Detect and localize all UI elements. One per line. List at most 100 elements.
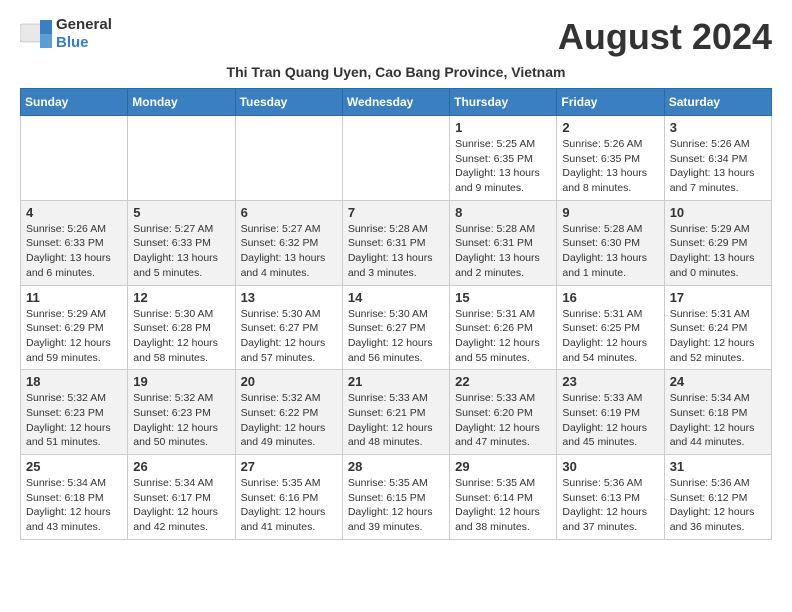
calendar-cell: 15 Sunrise: 5:31 AM Sunset: 6:26 PM Dayli… xyxy=(450,285,557,370)
calendar-cell: 14 Sunrise: 5:30 AM Sunset: 6:27 PM Dayli… xyxy=(342,285,449,370)
day-info: Sunrise: 5:26 AM Sunset: 6:33 PM Dayligh… xyxy=(26,222,122,281)
calendar-cell: 11Sunrise: 5:29 AM Sunset: 6:29 PM Dayli… xyxy=(21,285,128,370)
day-info: Sunrise: 5:35 AM Sunset: 6:16 PM Dayligh… xyxy=(241,476,337,535)
day-info: Sunrise: 5:30 AM Sunset: 6:28 PM Dayligh… xyxy=(133,307,229,366)
day-number: 4 xyxy=(26,205,122,220)
day-info: Sunrise: 5:28 AM Sunset: 6:31 PM Dayligh… xyxy=(348,222,444,281)
logo-general: General xyxy=(56,16,112,33)
calendar-cell: 3 Sunrise: 5:26 AM Sunset: 6:34 PM Daylig… xyxy=(664,116,771,201)
calendar-week-row: 4 Sunrise: 5:26 AM Sunset: 6:33 PM Daylig… xyxy=(21,200,772,285)
calendar-cell: 25Sunrise: 5:34 AM Sunset: 6:18 PM Dayli… xyxy=(21,455,128,540)
day-info: Sunrise: 5:35 AM Sunset: 6:15 PM Dayligh… xyxy=(348,476,444,535)
calendar-cell: 23 Sunrise: 5:33 AM Sunset: 6:19 PM Dayli… xyxy=(557,370,664,455)
calendar-week-row: 1Sunrise: 5:25 AM Sunset: 6:35 PM Daylig… xyxy=(21,116,772,201)
calendar-cell: 5Sunrise: 5:27 AM Sunset: 6:33 PM Daylig… xyxy=(128,200,235,285)
calendar-cell: 17 Sunrise: 5:31 AM Sunset: 6:24 PM Dayli… xyxy=(664,285,771,370)
day-number: 2 xyxy=(562,120,658,135)
day-number: 22 xyxy=(455,374,551,389)
day-info: Sunrise: 5:36 AM Sunset: 6:12 PM Dayligh… xyxy=(670,476,766,535)
day-number: 31 xyxy=(670,459,766,474)
calendar-cell: 2 Sunrise: 5:26 AM Sunset: 6:35 PM Daylig… xyxy=(557,116,664,201)
day-number: 26 xyxy=(133,459,229,474)
calendar-cell: 9 Sunrise: 5:28 AM Sunset: 6:30 PM Daylig… xyxy=(557,200,664,285)
day-number: 28 xyxy=(348,459,444,474)
day-number: 14 xyxy=(348,290,444,305)
day-info: Sunrise: 5:34 AM Sunset: 6:18 PM Dayligh… xyxy=(670,391,766,450)
day-info: Sunrise: 5:36 AM Sunset: 6:13 PM Dayligh… xyxy=(562,476,658,535)
day-number: 8 xyxy=(455,205,551,220)
calendar-cell: 1Sunrise: 5:25 AM Sunset: 6:35 PM Daylig… xyxy=(450,116,557,201)
day-number: 11 xyxy=(26,290,122,305)
day-number: 17 xyxy=(670,290,766,305)
day-info: Sunrise: 5:28 AM Sunset: 6:31 PM Dayligh… xyxy=(455,222,551,281)
day-of-week-header: Wednesday xyxy=(342,89,449,116)
day-info: Sunrise: 5:33 AM Sunset: 6:19 PM Dayligh… xyxy=(562,391,658,450)
subtitle: Thi Tran Quang Uyen, Cao Bang Province, … xyxy=(20,64,772,80)
day-of-week-header: Saturday xyxy=(664,89,771,116)
day-of-week-header: Tuesday xyxy=(235,89,342,116)
calendar-cell xyxy=(235,116,342,201)
day-info: Sunrise: 5:32 AM Sunset: 6:22 PM Dayligh… xyxy=(241,391,337,450)
day-number: 6 xyxy=(241,205,337,220)
day-number: 24 xyxy=(670,374,766,389)
calendar-cell: 7Sunrise: 5:28 AM Sunset: 6:31 PM Daylig… xyxy=(342,200,449,285)
day-number: 15 xyxy=(455,290,551,305)
day-info: Sunrise: 5:26 AM Sunset: 6:34 PM Dayligh… xyxy=(670,137,766,196)
calendar-cell: 18Sunrise: 5:32 AM Sunset: 6:23 PM Dayli… xyxy=(21,370,128,455)
calendar-cell xyxy=(128,116,235,201)
calendar-cell: 27 Sunrise: 5:35 AM Sunset: 6:16 PM Dayli… xyxy=(235,455,342,540)
day-info: Sunrise: 5:31 AM Sunset: 6:26 PM Dayligh… xyxy=(455,307,551,366)
calendar-cell: 12 Sunrise: 5:30 AM Sunset: 6:28 PM Dayli… xyxy=(128,285,235,370)
day-number: 3 xyxy=(670,120,766,135)
day-number: 12 xyxy=(133,290,229,305)
calendar-cell: 13Sunrise: 5:30 AM Sunset: 6:27 PM Dayli… xyxy=(235,285,342,370)
month-title: August 2024 xyxy=(558,16,772,58)
day-info: Sunrise: 5:30 AM Sunset: 6:27 PM Dayligh… xyxy=(348,307,444,366)
day-number: 30 xyxy=(562,459,658,474)
calendar-cell: 21Sunrise: 5:33 AM Sunset: 6:21 PM Dayli… xyxy=(342,370,449,455)
calendar-week-row: 18Sunrise: 5:32 AM Sunset: 6:23 PM Dayli… xyxy=(21,370,772,455)
day-number: 29 xyxy=(455,459,551,474)
header: General Blue August 2024 xyxy=(20,16,772,58)
day-info: Sunrise: 5:30 AM Sunset: 6:27 PM Dayligh… xyxy=(241,307,337,366)
calendar-cell: 19Sunrise: 5:32 AM Sunset: 6:23 PM Dayli… xyxy=(128,370,235,455)
calendar-week-row: 25Sunrise: 5:34 AM Sunset: 6:18 PM Dayli… xyxy=(21,455,772,540)
calendar-week-row: 11Sunrise: 5:29 AM Sunset: 6:29 PM Dayli… xyxy=(21,285,772,370)
day-number: 10 xyxy=(670,205,766,220)
day-number: 5 xyxy=(133,205,229,220)
day-info: Sunrise: 5:33 AM Sunset: 6:20 PM Dayligh… xyxy=(455,391,551,450)
logo-icon xyxy=(20,20,52,48)
day-info: Sunrise: 5:28 AM Sunset: 6:30 PM Dayligh… xyxy=(562,222,658,281)
day-of-week-header: Sunday xyxy=(21,89,128,116)
day-number: 23 xyxy=(562,374,658,389)
calendar-cell: 30 Sunrise: 5:36 AM Sunset: 6:13 PM Dayli… xyxy=(557,455,664,540)
day-number: 16 xyxy=(562,290,658,305)
calendar-cell: 31 Sunrise: 5:36 AM Sunset: 6:12 PM Dayli… xyxy=(664,455,771,540)
logo: General Blue xyxy=(20,16,112,52)
day-info: Sunrise: 5:26 AM Sunset: 6:35 PM Dayligh… xyxy=(562,137,658,196)
day-info: Sunrise: 5:31 AM Sunset: 6:24 PM Dayligh… xyxy=(670,307,766,366)
calendar-cell: 10Sunrise: 5:29 AM Sunset: 6:29 PM Dayli… xyxy=(664,200,771,285)
day-info: Sunrise: 5:34 AM Sunset: 6:17 PM Dayligh… xyxy=(133,476,229,535)
calendar-cell: 22 Sunrise: 5:33 AM Sunset: 6:20 PM Dayli… xyxy=(450,370,557,455)
day-number: 27 xyxy=(241,459,337,474)
logo-text: General Blue xyxy=(56,16,112,52)
day-number: 9 xyxy=(562,205,658,220)
calendar-cell: 4 Sunrise: 5:26 AM Sunset: 6:33 PM Daylig… xyxy=(21,200,128,285)
day-of-week-header: Thursday xyxy=(450,89,557,116)
day-number: 1 xyxy=(455,120,551,135)
day-number: 21 xyxy=(348,374,444,389)
calendar-cell: 28 Sunrise: 5:35 AM Sunset: 6:15 PM Dayli… xyxy=(342,455,449,540)
day-info: Sunrise: 5:27 AM Sunset: 6:32 PM Dayligh… xyxy=(241,222,337,281)
calendar-cell xyxy=(21,116,128,201)
calendar-cell: 16Sunrise: 5:31 AM Sunset: 6:25 PM Dayli… xyxy=(557,285,664,370)
day-info: Sunrise: 5:32 AM Sunset: 6:23 PM Dayligh… xyxy=(26,391,122,450)
day-info: Sunrise: 5:35 AM Sunset: 6:14 PM Dayligh… xyxy=(455,476,551,535)
calendar-cell: 6 Sunrise: 5:27 AM Sunset: 6:32 PM Daylig… xyxy=(235,200,342,285)
day-of-week-header: Monday xyxy=(128,89,235,116)
calendar-table: SundayMondayTuesdayWednesdayThursdayFrid… xyxy=(20,88,772,540)
calendar-cell: 24 Sunrise: 5:34 AM Sunset: 6:18 PM Dayli… xyxy=(664,370,771,455)
day-number: 25 xyxy=(26,459,122,474)
day-info: Sunrise: 5:32 AM Sunset: 6:23 PM Dayligh… xyxy=(133,391,229,450)
calendar-cell xyxy=(342,116,449,201)
